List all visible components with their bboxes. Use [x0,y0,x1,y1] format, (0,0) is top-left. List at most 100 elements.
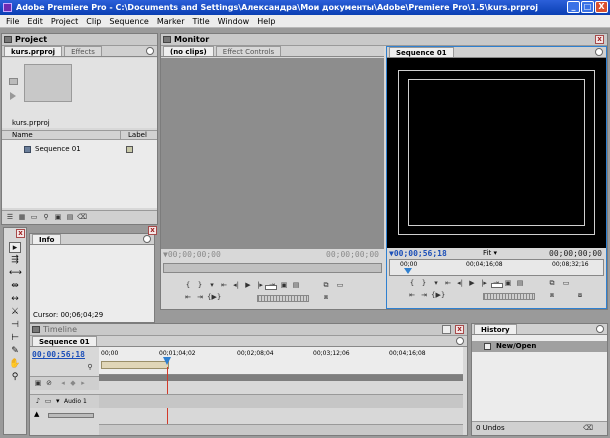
program-time-ruler[interactable]: 00;00 00;04;16;08 00;08;32;16 [389,259,604,276]
menu-file[interactable]: File [2,17,23,26]
keyframe-next-icon[interactable]: ▸ [78,379,88,388]
rate-stretch-tool-icon[interactable]: ↔ [9,294,21,305]
bin-icon[interactable]: ▣ [53,213,63,222]
play-in-out-icon[interactable]: {▶} [207,293,221,302]
program-zoom-select[interactable]: Fit ▾ [483,249,497,257]
program-menu-icon[interactable] [595,48,603,56]
program-set-in-icon[interactable]: { [407,279,417,288]
list-item[interactable]: New/Open [472,341,607,352]
menu-window[interactable]: Window [214,17,254,26]
tab-effect-controls[interactable]: Effect Controls [215,46,282,56]
trim-icon[interactable]: ⧈ [547,291,557,300]
menu-edit[interactable]: Edit [23,17,47,26]
set-out-icon[interactable]: } [195,281,205,290]
prev-edit-icon[interactable]: ⇤ [183,293,193,302]
track-lock-icon[interactable]: ▣ [33,379,43,388]
timeline-ruler[interactable]: 00;00 00;01;04;02 00;02;08;04 00;03;12;0… [99,347,463,375]
tab-history[interactable]: History [474,324,517,334]
timeline-tc[interactable]: 00;00;56;18 [32,350,85,359]
rolling-edit-tool-icon[interactable]: ⇹ [9,281,21,292]
menu-title[interactable]: Title [189,17,214,26]
program-next-edit-icon[interactable]: ⇥ [419,291,429,300]
extract-icon[interactable]: ▭ [561,279,571,288]
zoom-out-icon[interactable]: ▲ [34,410,39,418]
track-target-icon[interactable]: ⊘ [44,379,54,388]
hand-tool-icon[interactable]: ✋ [9,359,21,370]
pen-tool-icon[interactable]: ✎ [9,346,21,357]
tab-info[interactable]: Info [32,234,62,244]
step-forward-icon[interactable]: |▸ [255,281,265,290]
next-edit-icon[interactable]: ⇥ [195,293,205,302]
tab-sequence[interactable]: Sequence 01 [32,336,97,346]
razor-tool-icon[interactable]: ⚔ [9,307,21,318]
ripple-edit-tool-icon[interactable]: ⟷ [9,268,22,279]
program-output-icon[interactable]: ▤ [515,279,525,288]
output-icon[interactable]: ▤ [291,281,301,290]
play-icon[interactable]: ▶ [243,281,253,290]
selection-tool-icon[interactable]: ▸ [9,242,21,253]
program-jog-shuttle[interactable] [483,293,535,300]
source-time-ruler[interactable] [163,263,382,273]
find-icon[interactable]: ⚲ [41,213,51,222]
delete-icon[interactable]: ⌫ [77,213,87,222]
timeline-close-button[interactable]: x [455,325,464,334]
source-shuttle-handle[interactable] [265,285,277,290]
export-frame-icon[interactable]: ⧇ [575,291,585,300]
audio-track-area[interactable] [99,394,463,408]
work-area-bar[interactable] [101,361,169,369]
info-menu-icon[interactable] [143,235,151,243]
audio-lock-icon[interactable]: ▭ [43,397,53,406]
minimize-button[interactable]: _ [567,1,580,13]
timeline-menu-icon[interactable] [456,337,464,345]
zoom-slider[interactable] [48,413,94,418]
zoom-tool-icon[interactable]: ⚲ [9,372,21,383]
timeline-minimize-button[interactable] [442,325,451,334]
automate-icon[interactable]: ▭ [29,213,39,222]
column-name[interactable]: Name [12,131,33,140]
safe-margins-icon[interactable]: ▣ [279,281,289,290]
tools-close-button[interactable]: x [16,229,25,238]
panel-menu-icon[interactable] [146,47,154,55]
tab-source[interactable]: (no clips) [163,46,214,56]
snap-icon[interactable]: ⚲ [85,363,95,372]
maximize-button[interactable]: □ [581,1,594,13]
icon-view-icon[interactable]: ▦ [17,213,27,222]
label-swatch[interactable] [126,146,133,153]
set-marker-icon[interactable]: ▾ [207,281,217,290]
tab-program-sequence[interactable]: Sequence 01 [389,47,454,57]
close-button[interactable]: X [595,1,608,13]
program-safe-margins-icon[interactable]: ▣ [503,279,513,288]
menu-project[interactable]: Project [47,17,82,26]
new-item-icon[interactable]: ▤ [65,213,75,222]
overlay-icon[interactable]: ▭ [335,281,345,290]
info-close-button[interactable]: x [148,226,157,235]
lift-icon[interactable]: ⧉ [547,279,557,288]
keyframe-prev-icon[interactable]: ◂ [58,379,68,388]
timeline-hscroll[interactable] [99,424,463,435]
source-jog-shuttle[interactable] [257,295,309,302]
timeline-playhead-icon[interactable] [163,357,171,365]
program-shuttle-handle[interactable] [491,283,503,288]
keyframe-add-icon[interactable]: ◆ [68,379,78,388]
track-select-tool-icon[interactable]: ⇶ [9,255,21,266]
slip-tool-icon[interactable]: ⊣ [9,320,21,331]
slide-tool-icon[interactable]: ⊢ [9,333,21,344]
insert-icon[interactable]: ⧉ [321,281,331,290]
program-marker-icon[interactable]: ▾ [431,279,441,288]
program-play-icon[interactable]: ▶ [467,279,477,288]
column-label[interactable]: Label [128,131,147,140]
list-item[interactable]: Sequence 01 [2,144,157,155]
program-playhead-icon[interactable] [404,268,412,274]
program-set-out-icon[interactable]: } [419,279,429,288]
program-play-in-out-icon[interactable]: {▶} [431,291,445,300]
set-in-icon[interactable]: { [183,281,193,290]
tab-effects[interactable]: Effects [64,46,102,56]
goto-in-icon[interactable]: ⇤ [219,281,229,290]
program-step-back-icon[interactable]: ◂| [455,279,465,288]
step-back-icon[interactable]: ◂| [231,281,241,290]
take-video-icon[interactable]: ⧈ [321,293,331,302]
menu-help[interactable]: Help [253,17,279,26]
monitor-close-button[interactable]: x [595,35,604,44]
menu-clip[interactable]: Clip [82,17,105,26]
history-menu-icon[interactable] [596,325,604,333]
